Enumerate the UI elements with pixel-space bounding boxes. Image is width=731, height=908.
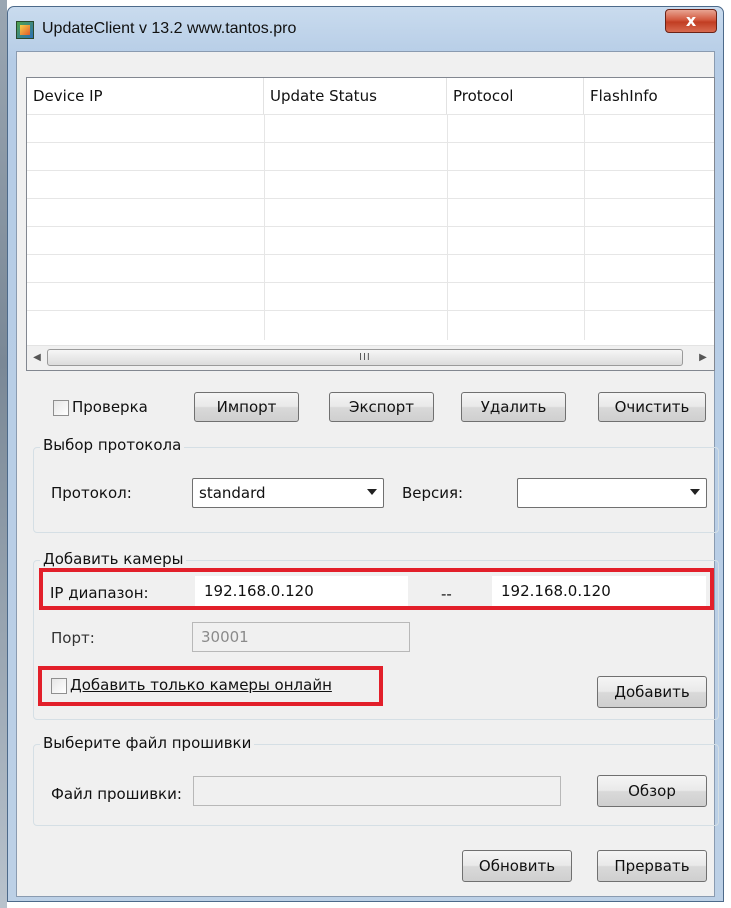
export-button[interactable]: Экспорт bbox=[329, 392, 434, 422]
browse-button[interactable]: Обзор bbox=[597, 775, 707, 807]
title-bar[interactable]: UpdateClient v 13.2 www.tantos.pro x bbox=[8, 7, 723, 51]
table-row bbox=[27, 226, 714, 254]
column-device-ip[interactable]: Device IP bbox=[27, 78, 264, 114]
version-label: Версия: bbox=[402, 484, 464, 502]
column-divider bbox=[584, 114, 585, 340]
scroll-right-icon[interactable]: ▶ bbox=[695, 350, 711, 366]
table-row bbox=[27, 254, 714, 282]
column-protocol[interactable]: Protocol bbox=[447, 78, 584, 114]
window-title: UpdateClient v 13.2 www.tantos.pro bbox=[42, 20, 297, 37]
column-divider bbox=[264, 114, 265, 340]
firmware-file-input[interactable] bbox=[193, 776, 561, 806]
column-flashinfo[interactable]: FlashInfo bbox=[584, 78, 714, 114]
abort-button[interactable]: Прервать bbox=[597, 850, 707, 882]
scroll-thumb[interactable]: III bbox=[47, 349, 683, 366]
add-button[interactable]: Добавить bbox=[597, 676, 707, 708]
port-input[interactable]: 30001 bbox=[192, 622, 410, 652]
desktop-edge bbox=[0, 0, 7, 908]
table-row bbox=[27, 170, 714, 198]
list-rows bbox=[27, 114, 714, 340]
chevron-down-icon bbox=[367, 489, 377, 495]
highlight-online-only bbox=[38, 666, 383, 706]
protocol-group-title: Выбор протокола bbox=[40, 436, 185, 454]
protocol-label: Протокол: bbox=[51, 484, 132, 502]
device-list[interactable]: Device IP Update Status Protocol FlashIn… bbox=[26, 77, 715, 371]
table-row bbox=[27, 310, 714, 338]
clear-button[interactable]: Очистить bbox=[598, 392, 706, 422]
list-header: Device IP Update Status Protocol FlashIn… bbox=[27, 78, 714, 114]
table-row bbox=[27, 282, 714, 310]
check-label[interactable]: Проверка bbox=[72, 398, 148, 416]
import-button[interactable]: Импорт bbox=[194, 392, 299, 422]
firmware-file-label: Файл прошивки: bbox=[51, 785, 182, 803]
firmware-group-title: Выберите файл прошивки bbox=[40, 734, 255, 752]
scroll-grip: III bbox=[359, 352, 371, 363]
protocol-select[interactable]: standard bbox=[192, 478, 384, 508]
horizontal-scrollbar[interactable]: ◀ III ▶ bbox=[27, 345, 714, 370]
column-update-status[interactable]: Update Status bbox=[264, 78, 447, 114]
highlight-ip-range bbox=[39, 568, 714, 610]
chevron-down-icon bbox=[690, 489, 700, 495]
delete-button[interactable]: Удалить bbox=[461, 392, 566, 422]
table-row bbox=[27, 114, 714, 142]
scroll-left-icon[interactable]: ◀ bbox=[29, 350, 45, 366]
version-select[interactable] bbox=[517, 478, 707, 508]
close-icon: x bbox=[685, 11, 697, 30]
port-label: Порт: bbox=[51, 629, 95, 647]
check-checkbox[interactable] bbox=[53, 400, 69, 416]
protocol-select-value: standard bbox=[199, 484, 266, 502]
table-row bbox=[27, 142, 714, 170]
add-cameras-group-title: Добавить камеры bbox=[40, 550, 187, 568]
app-icon bbox=[16, 21, 34, 39]
column-divider bbox=[447, 114, 448, 340]
close-button[interactable]: x bbox=[665, 9, 717, 33]
update-button[interactable]: Обновить bbox=[462, 850, 572, 882]
table-row bbox=[27, 198, 714, 226]
